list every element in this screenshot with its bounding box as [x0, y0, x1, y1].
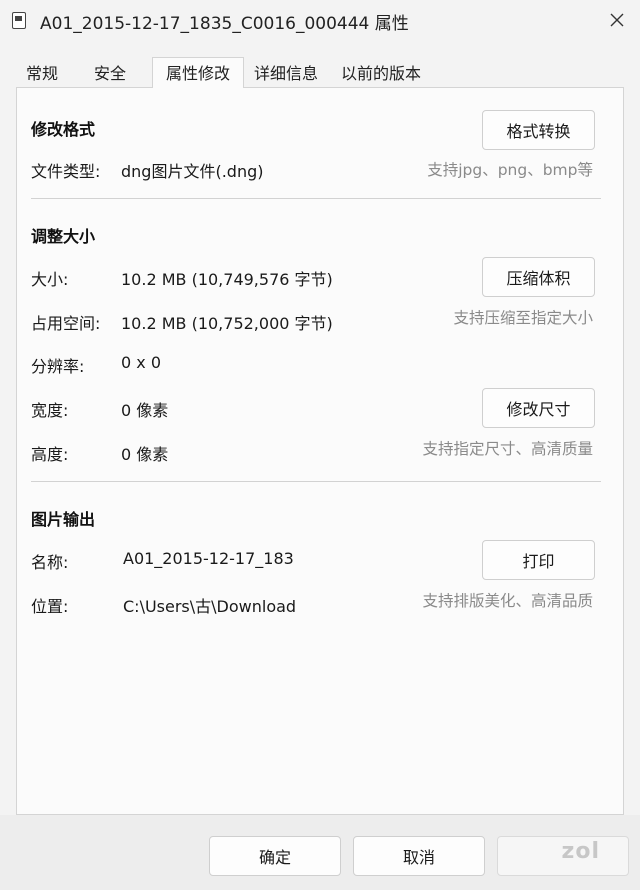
height-value: 0 像素	[121, 445, 169, 464]
height-label: 高度:	[31, 445, 69, 464]
compress-button[interactable]: 压缩体积	[482, 257, 595, 297]
resize-section-heading: 调整大小	[31, 227, 96, 246]
window-title: A01_2015-12-17_1835_C0016_000444 属性	[40, 14, 409, 34]
tab-security[interactable]: 安全	[88, 60, 132, 87]
properties-window: A01_2015-12-17_1835_C0016_000444 属性 常规 安…	[0, 0, 640, 890]
close-button[interactable]	[594, 0, 640, 40]
dialog-footer: 确定 取消 zol	[0, 815, 640, 890]
print-hint: 支持排版美化、高清品质	[422, 592, 593, 610]
format-section-heading: 修改格式	[31, 120, 96, 139]
width-label: 宽度:	[31, 401, 69, 420]
location-value: C:\Users\古\Download	[123, 597, 297, 616]
file-type-label: 文件类型:	[31, 162, 101, 181]
tab-details[interactable]: 详细信息	[250, 60, 322, 87]
tab-general[interactable]: 常规	[22, 60, 62, 87]
size-label: 大小:	[31, 270, 69, 289]
disk-space-label: 占用空间:	[31, 314, 101, 333]
format-convert-button[interactable]: 格式转换	[482, 110, 595, 150]
resolution-label: 分辨率:	[31, 357, 85, 376]
tab-content-panel: 修改格式 格式转换 文件类型: dng图片文件(.dng) 支持jpg、png、…	[16, 87, 624, 815]
resolution-value: 0 x 0	[121, 353, 161, 372]
divider	[31, 481, 601, 482]
ok-button[interactable]: 确定	[209, 836, 341, 876]
compress-hint: 支持压缩至指定大小	[453, 309, 593, 327]
format-hint: 支持jpg、png、bmp等	[427, 161, 593, 179]
title-bar: A01_2015-12-17_1835_C0016_000444 属性	[0, 0, 640, 42]
output-section-heading: 图片输出	[31, 510, 96, 529]
name-label: 名称:	[31, 553, 69, 572]
tab-bar: 常规 安全 属性修改 详细信息 以前的版本	[14, 57, 634, 88]
tab-attribute-edit[interactable]: 属性修改	[152, 57, 244, 88]
disk-file-icon	[12, 12, 26, 29]
size-value: 10.2 MB (10,749,576 字节)	[121, 270, 333, 289]
cancel-button[interactable]: 取消	[353, 836, 485, 876]
location-label: 位置:	[31, 597, 69, 616]
print-button[interactable]: 打印	[482, 540, 595, 580]
width-value: 0 像素	[121, 401, 169, 420]
watermark-logo: zol	[561, 839, 600, 864]
file-type-value: dng图片文件(.dng)	[121, 162, 264, 181]
close-icon	[610, 13, 624, 27]
divider	[31, 198, 601, 199]
tab-previous-versions[interactable]: 以前的版本	[336, 60, 426, 87]
name-value: A01_2015-12-17_183	[123, 549, 294, 568]
resize-hint: 支持指定尺寸、高清质量	[422, 440, 593, 458]
resize-button[interactable]: 修改尺寸	[482, 388, 595, 428]
disk-space-value: 10.2 MB (10,752,000 字节)	[121, 314, 333, 333]
